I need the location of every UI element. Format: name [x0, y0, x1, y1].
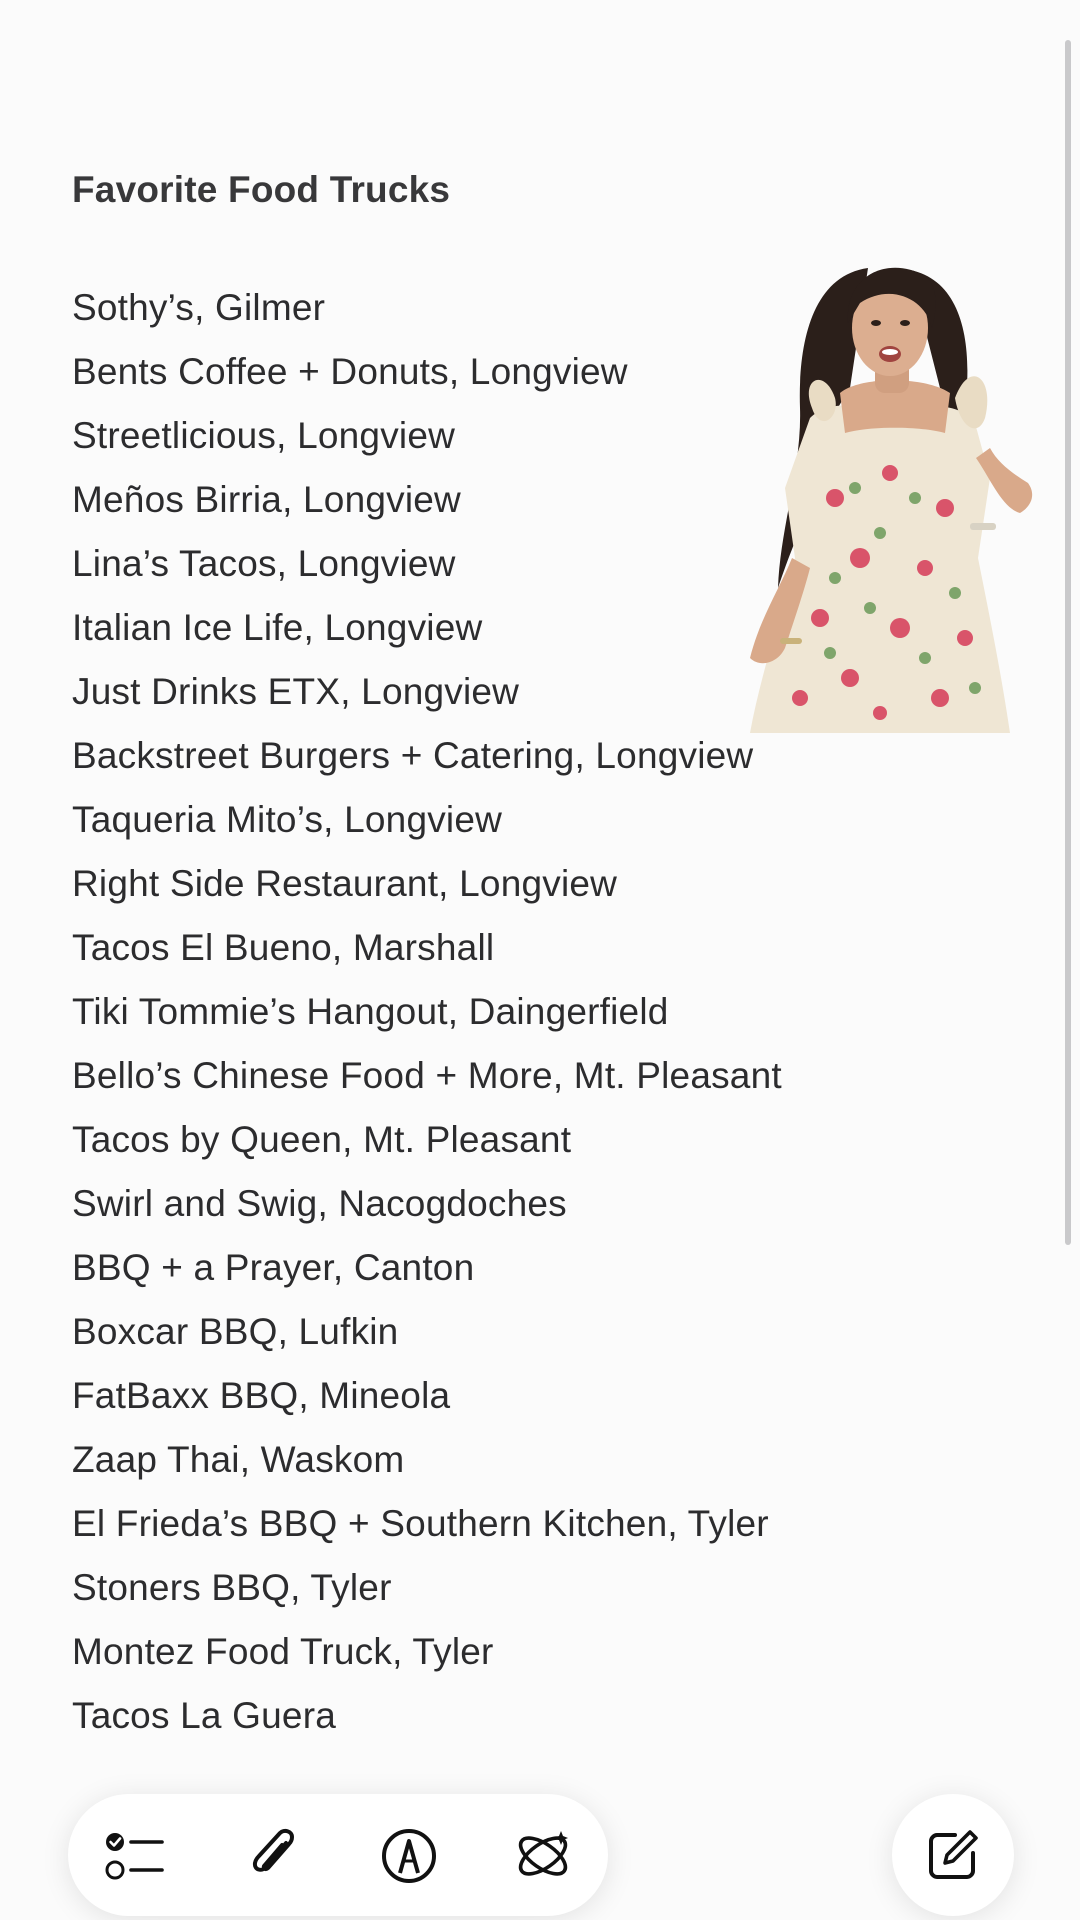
markup-button[interactable]	[378, 1825, 440, 1887]
compose-icon	[925, 1827, 981, 1883]
note-line[interactable]: Tacos El Bueno, Marshall	[72, 916, 972, 980]
markup-pen-icon	[378, 1825, 440, 1887]
note-line[interactable]: Right Side Restaurant, Longview	[72, 852, 972, 916]
checklist-icon	[104, 1825, 166, 1887]
note-line[interactable]: Tacos by Queen, Mt. Pleasant	[72, 1108, 972, 1172]
note-line[interactable]: Taqueria Mito’s, Longview	[72, 788, 972, 852]
note-line[interactable]: Backstreet Burgers + Catering, Longview	[72, 724, 972, 788]
note-line[interactable]: Tacos La Guera	[72, 1684, 972, 1748]
checklist-button[interactable]	[104, 1825, 166, 1887]
note-toolbar	[68, 1794, 608, 1916]
note-line[interactable]: Swirl and Swig, Nacogdoches	[72, 1172, 972, 1236]
note-line[interactable]: Montez Food Truck, Tyler	[72, 1620, 972, 1684]
scrollbar[interactable]	[1065, 40, 1071, 1245]
note-line[interactable]: El Frieda’s BBQ + Southern Kitchen, Tyle…	[72, 1492, 972, 1556]
note-title[interactable]: Favorite Food Trucks	[72, 160, 972, 220]
note-line[interactable]: Zaap Thai, Waskom	[72, 1428, 972, 1492]
note-line[interactable]: Stoners BBQ, Tyler	[72, 1556, 972, 1620]
note-line[interactable]: Boxcar BBQ, Lufkin	[72, 1300, 972, 1364]
note-line[interactable]: Bello’s Chinese Food + More, Mt. Pleasan…	[72, 1044, 972, 1108]
note-line[interactable]: BBQ + a Prayer, Canton	[72, 1236, 972, 1300]
note-line[interactable]: FatBaxx BBQ, Mineola	[72, 1364, 972, 1428]
attachment-button[interactable]	[242, 1825, 304, 1887]
note-line[interactable]: Tiki Tommie’s Hangout, Daingerfield	[72, 980, 972, 1044]
compose-button[interactable]	[892, 1794, 1014, 1916]
person-overlay-image	[740, 258, 1040, 733]
writing-tools-button[interactable]	[512, 1825, 574, 1887]
paperclip-icon	[242, 1825, 304, 1887]
apple-intelligence-icon	[512, 1825, 574, 1887]
